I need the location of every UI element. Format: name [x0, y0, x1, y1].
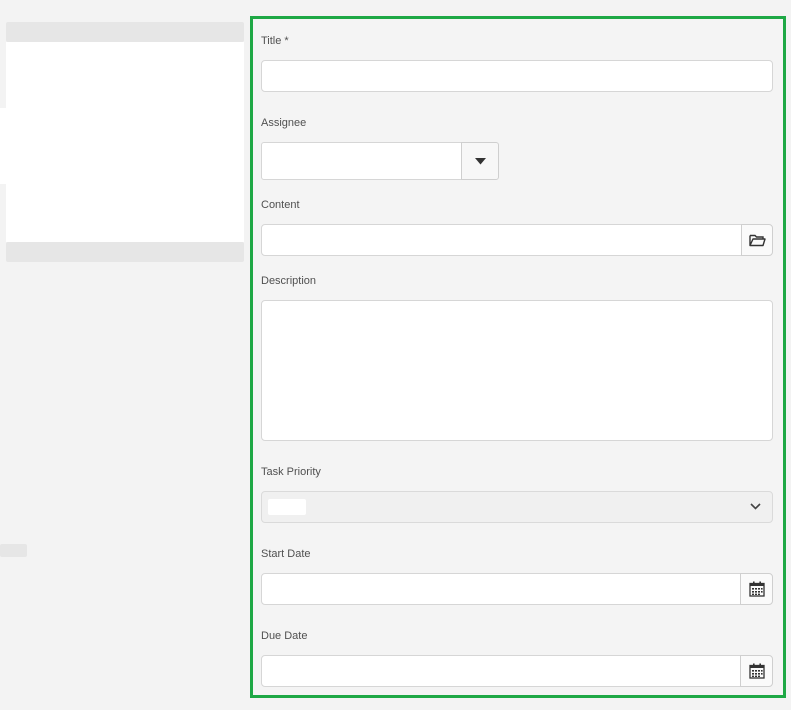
left-panel-footer-bar [6, 242, 244, 262]
task-priority-label: Task Priority [261, 466, 321, 478]
left-panel-small-bar [0, 544, 27, 557]
due-date-input[interactable] [261, 655, 741, 687]
due-date-calendar-button[interactable] [740, 655, 773, 687]
caret-down-icon [474, 157, 486, 165]
folder-open-icon [748, 234, 766, 247]
due-date-label: Due Date [261, 630, 308, 642]
title-input[interactable] [261, 60, 773, 92]
assignee-label: Assignee [261, 117, 307, 129]
content-label: Content [261, 199, 300, 211]
browse-content-button[interactable] [741, 224, 773, 256]
left-panel-content-area [6, 42, 244, 242]
left-panel-edge [0, 108, 8, 184]
title-label: Title * [261, 35, 289, 47]
chevron-down-icon [750, 503, 761, 510]
left-panel [0, 0, 250, 710]
assignee-input[interactable] [261, 142, 462, 180]
description-label: Description [261, 275, 317, 287]
calendar-icon [748, 663, 765, 679]
content-input[interactable] [261, 224, 742, 256]
task-priority-select[interactable] [261, 491, 773, 523]
assignee-dropdown-button[interactable] [461, 142, 499, 180]
start-date-label: Start Date [261, 548, 311, 560]
calendar-icon [748, 581, 765, 597]
task-form: Title * Assignee Content Description Tas… [250, 16, 786, 698]
start-date-calendar-button[interactable] [740, 573, 773, 605]
task-priority-selected-value [268, 499, 306, 515]
description-textarea[interactable] [261, 300, 773, 441]
left-panel-header-bar [6, 22, 244, 42]
start-date-input[interactable] [261, 573, 741, 605]
